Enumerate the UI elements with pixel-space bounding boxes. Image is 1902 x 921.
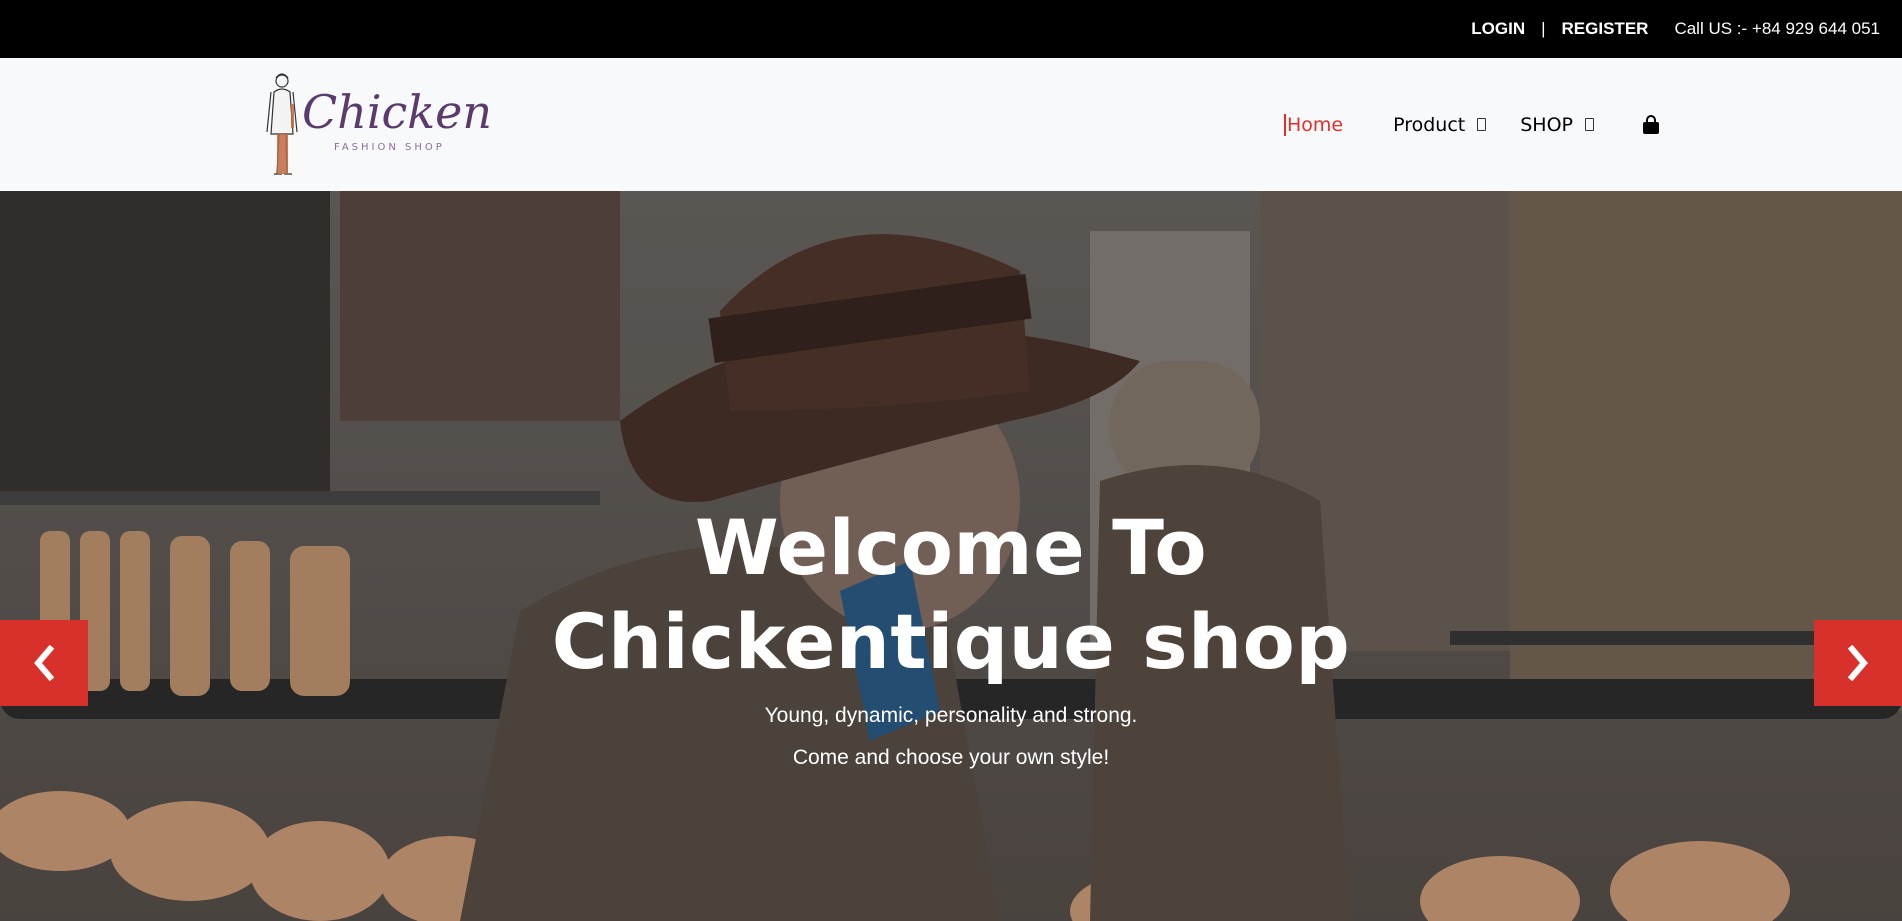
dropdown-icon — [1585, 118, 1595, 131]
shopping-bag-icon — [1643, 114, 1660, 134]
register-link[interactable]: REGISTER — [1562, 19, 1649, 39]
hero-title: Welcome To Chickentique shop — [0, 501, 1902, 689]
nav-home[interactable]: Home — [1284, 113, 1344, 136]
top-bar-links: LOGIN | REGISTER Call US :- +84 929 644 … — [1471, 0, 1880, 58]
hero-title-line1: Welcome To — [694, 503, 1208, 592]
logo-graphic: Chickentique FASHION SHOP — [266, 73, 612, 175]
slider-prev-button[interactable] — [0, 620, 88, 706]
chevron-left-icon — [34, 645, 55, 681]
hero-slider: Welcome To Chickentique shop Young, dyna… — [0, 191, 1902, 921]
call-us-text: Call US :- +84 929 644 051 — [1674, 19, 1880, 38]
nav-product[interactable]: Product — [1393, 113, 1487, 136]
logo-wordmark: Chickentique — [302, 85, 492, 139]
hero-subtitle-line2: Come and choose your own style! — [792, 746, 1110, 769]
dropdown-icon — [1477, 118, 1487, 131]
cart-button[interactable] — [1642, 114, 1662, 135]
nav-product-label: Product — [1393, 113, 1466, 136]
slider-next-button[interactable] — [1814, 620, 1902, 706]
logo-subtext: FASHION SHOP — [334, 142, 445, 153]
site-logo[interactable]: Chickentique FASHION SHOP — [262, 70, 612, 180]
login-link[interactable]: LOGIN — [1471, 19, 1525, 39]
top-bar-separator: | — [1541, 19, 1546, 38]
site-header: Chickentique FASHION SHOP Home Product S… — [0, 58, 1902, 191]
hero-subtitle-line1: Young, dynamic, personality and strong. — [764, 704, 1138, 727]
hero-title-line2: Chickentique shop — [551, 597, 1351, 686]
chevron-right-icon — [1847, 645, 1868, 681]
nav-home-label: Home — [1287, 113, 1344, 136]
nav-shop[interactable]: SHOP — [1520, 113, 1595, 136]
top-bar: LOGIN | REGISTER Call US :- +84 929 644 … — [0, 0, 1902, 58]
main-nav: Home Product SHOP — [1284, 58, 1662, 191]
nav-shop-label: SHOP — [1520, 113, 1574, 136]
hero-caption: Welcome To Chickentique shop Young, dyna… — [0, 191, 1902, 921]
